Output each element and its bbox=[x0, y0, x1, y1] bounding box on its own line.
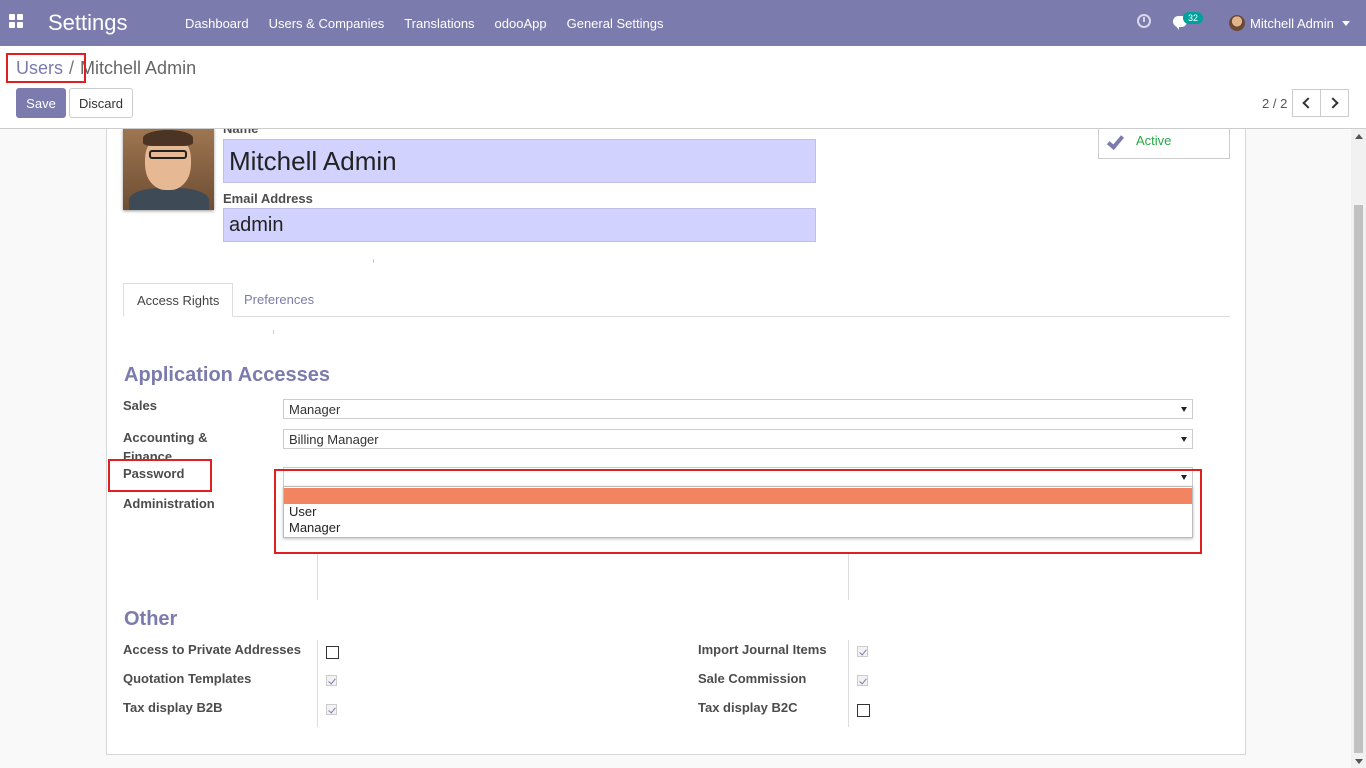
password-select[interactable] bbox=[283, 467, 1193, 487]
tab-preferences[interactable]: Preferences bbox=[231, 283, 327, 317]
column-divider bbox=[848, 552, 849, 600]
user-photo[interactable] bbox=[123, 129, 214, 210]
quotation-templates-checkbox[interactable] bbox=[326, 675, 337, 686]
tax-display-b2c-checkbox[interactable] bbox=[857, 704, 870, 717]
sales-select-value: Manager bbox=[289, 402, 341, 417]
photo-shirt bbox=[129, 188, 209, 210]
column-divider bbox=[848, 640, 849, 727]
column-divider bbox=[317, 552, 318, 600]
password-dropdown-list: User Manager bbox=[283, 486, 1193, 538]
photo-glasses bbox=[149, 150, 187, 159]
password-option-user[interactable]: User bbox=[284, 504, 1192, 520]
breadcrumb-current: Mitchell Admin bbox=[80, 58, 197, 78]
form-content-area: Name Mitchell Admin Email Address admin … bbox=[0, 128, 1366, 768]
menu-odooapp[interactable]: odooApp bbox=[485, 16, 557, 31]
breadcrumb-separator: / bbox=[69, 58, 75, 78]
chevron-left-icon bbox=[1302, 97, 1314, 109]
sales-label: Sales bbox=[123, 398, 157, 413]
divider-mark bbox=[273, 330, 274, 334]
discard-button[interactable]: Discard bbox=[69, 88, 133, 118]
scrollbar-thumb[interactable] bbox=[1354, 205, 1363, 753]
form-sheet: Name Mitchell Admin Email Address admin … bbox=[106, 128, 1246, 755]
sale-commission-checkbox[interactable] bbox=[857, 675, 868, 686]
import-journal-items-checkbox[interactable] bbox=[857, 646, 868, 657]
notebook-tabs: Access Rights Preferences bbox=[123, 283, 1230, 317]
password-label: Password bbox=[123, 466, 185, 481]
divider-mark bbox=[373, 259, 374, 263]
private-addresses-label: Access to Private Addresses bbox=[123, 642, 302, 657]
app-title: Settings bbox=[48, 10, 128, 35]
pager-next-button[interactable] bbox=[1320, 89, 1349, 117]
apps-grid-icon[interactable] bbox=[9, 14, 23, 28]
pager-previous-button[interactable] bbox=[1292, 89, 1321, 117]
tax-display-b2b-label: Tax display B2B bbox=[123, 700, 223, 715]
photo-hair bbox=[143, 130, 193, 146]
breadcrumb: Users / Mitchell Admin bbox=[16, 58, 196, 79]
top-navbar: Settings Dashboard Users & Companies Tra… bbox=[0, 0, 1366, 46]
menu-dashboard[interactable]: Dashboard bbox=[175, 16, 259, 31]
import-journal-items-label: Import Journal Items bbox=[698, 642, 827, 657]
column-divider bbox=[317, 640, 318, 727]
tab-access-rights[interactable]: Access Rights bbox=[123, 283, 234, 317]
sales-select[interactable]: Manager bbox=[283, 399, 1193, 419]
password-option-manager[interactable]: Manager bbox=[284, 520, 1192, 536]
email-input[interactable]: admin bbox=[223, 208, 816, 242]
activity-clock-icon[interactable] bbox=[1137, 14, 1151, 28]
tax-display-b2c-label: Tax display B2C bbox=[698, 700, 798, 715]
menu-translations[interactable]: Translations bbox=[394, 16, 484, 31]
scroll-down-arrow-icon[interactable] bbox=[1355, 759, 1363, 764]
accounting-select[interactable]: Billing Manager bbox=[283, 429, 1193, 449]
active-toggle-button[interactable]: Active bbox=[1098, 129, 1230, 159]
user-menu[interactable]: Mitchell Admin bbox=[1229, 0, 1350, 46]
quotation-templates-label: Quotation Templates bbox=[123, 671, 252, 686]
administration-label: Administration bbox=[123, 496, 215, 511]
name-input[interactable]: Mitchell Admin bbox=[223, 139, 816, 183]
vertical-scrollbar[interactable] bbox=[1351, 129, 1366, 768]
sale-commission-label: Sale Commission bbox=[698, 671, 807, 686]
tax-display-b2b-checkbox[interactable] bbox=[326, 704, 337, 715]
caret-down-icon bbox=[1341, 20, 1350, 26]
breadcrumb-users-link[interactable]: Users bbox=[16, 58, 63, 79]
other-title: Other bbox=[124, 608, 178, 630]
save-button[interactable]: Save bbox=[16, 88, 66, 118]
chevron-right-icon bbox=[1327, 97, 1339, 109]
dropdown-arrow-icon bbox=[1181, 437, 1187, 442]
main-menu: Dashboard Users & Companies Translations… bbox=[175, 0, 673, 46]
application-accesses-title: Application Accesses bbox=[124, 364, 331, 386]
email-label: Email Address bbox=[223, 191, 313, 206]
messages-count-badge: 32 bbox=[1183, 12, 1204, 24]
check-icon bbox=[1106, 131, 1125, 151]
accounting-label: Accounting & Finance bbox=[123, 430, 208, 464]
dropdown-arrow-icon bbox=[1181, 407, 1187, 412]
user-name: Mitchell Admin bbox=[1250, 15, 1334, 31]
user-avatar bbox=[1229, 15, 1245, 31]
pager-value: 2 / 2 bbox=[1262, 96, 1288, 111]
accounting-select-value: Billing Manager bbox=[289, 432, 379, 447]
scroll-up-arrow-icon[interactable] bbox=[1355, 134, 1363, 139]
name-label: Name bbox=[223, 128, 259, 136]
private-addresses-checkbox[interactable] bbox=[326, 646, 339, 659]
password-option-empty[interactable] bbox=[284, 488, 1192, 504]
menu-general-settings[interactable]: General Settings bbox=[557, 16, 674, 31]
dropdown-arrow-icon bbox=[1181, 475, 1187, 480]
menu-users-companies[interactable]: Users & Companies bbox=[259, 16, 395, 31]
active-label: Active bbox=[1136, 133, 1172, 148]
